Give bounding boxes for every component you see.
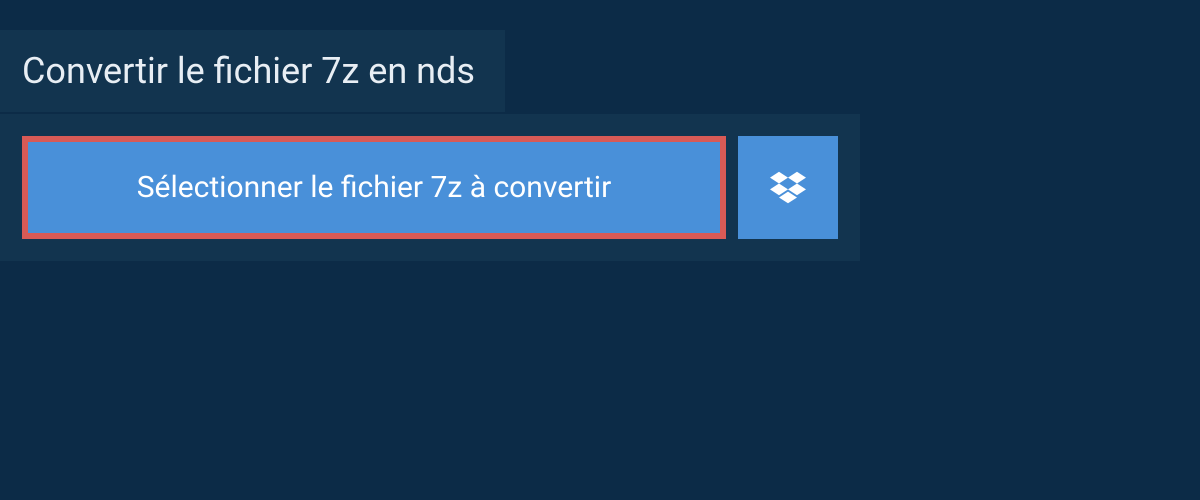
header-tab: Convertir le fichier 7z en nds (0, 30, 505, 112)
dropbox-icon (770, 170, 806, 206)
select-file-button[interactable]: Sélectionner le fichier 7z à convertir (22, 136, 726, 239)
select-file-button-label: Sélectionner le fichier 7z à convertir (137, 170, 612, 205)
page-title: Convertir le fichier 7z en nds (22, 50, 475, 92)
dropbox-button[interactable] (738, 136, 838, 239)
upload-panel: Sélectionner le fichier 7z à convertir (0, 114, 860, 261)
